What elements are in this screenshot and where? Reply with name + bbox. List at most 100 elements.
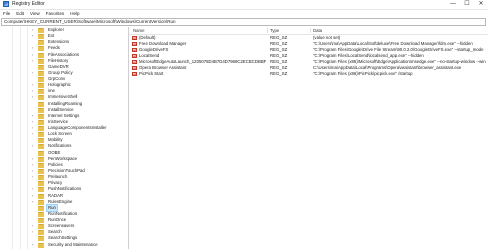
chevron-right-icon[interactable]: › xyxy=(32,162,33,168)
close-button[interactable]: ✕ xyxy=(474,0,488,9)
menu-favorites[interactable]: Favorites xyxy=(43,10,68,18)
title-bar: Registry Editor — ☐ ✕ xyxy=(0,0,488,10)
string-value-icon: ab xyxy=(132,66,137,70)
tree-item[interactable]: GrpConv xyxy=(0,76,127,83)
chevron-right-icon[interactable]: › xyxy=(32,199,33,205)
chevron-right-icon[interactable]: › xyxy=(32,229,33,235)
chevron-right-icon[interactable]: › xyxy=(32,27,33,33)
chevron-right-icon[interactable]: › xyxy=(32,174,33,180)
minimize-button[interactable]: — xyxy=(446,0,460,9)
tree-item[interactable]: › PushNotifications xyxy=(0,186,127,193)
address-bar[interactable]: Computer\HKEY_CURRENT_USER\Software\Micr… xyxy=(1,18,486,26)
chevron-right-icon[interactable]: › xyxy=(32,70,33,76)
tree-item-label: InstallingRoaming xyxy=(48,100,83,106)
column-header-type[interactable]: Type xyxy=(270,27,308,34)
tree-item-label: PushNotifications xyxy=(48,186,82,192)
tree-item[interactable]: Run xyxy=(0,203,127,212)
string-value-icon: ab xyxy=(132,36,137,40)
tree-item[interactable]: › Explorer xyxy=(0,27,127,33)
tree-item-label: IrisService xyxy=(48,118,69,124)
tree-item-label: Notifications xyxy=(48,143,72,149)
menu-help[interactable]: Help xyxy=(67,10,82,18)
tree-item[interactable]: › IrisService xyxy=(0,119,127,125)
chevron-right-icon[interactable]: › xyxy=(32,45,33,51)
tree-item[interactable]: Extensions xyxy=(0,39,127,46)
chevron-right-icon[interactable]: › xyxy=(32,119,33,125)
tree-item-label: SearchSettings xyxy=(48,235,78,241)
tree-item[interactable]: InstallingRoaming xyxy=(0,101,127,107)
tree-item-label: Privacy xyxy=(48,180,63,186)
column-divider[interactable] xyxy=(310,28,311,33)
tree-item[interactable]: InstallService xyxy=(0,107,127,113)
tree-item-label: FileHistory xyxy=(48,57,69,63)
tree-item[interactable]: › Ext xyxy=(0,33,127,40)
tree-item[interactable]: › Search xyxy=(0,229,127,236)
tree-item[interactable]: › ime xyxy=(0,88,127,95)
chevron-right-icon[interactable]: › xyxy=(32,33,33,39)
tree-item-label: Run xyxy=(46,203,58,212)
tree-item[interactable]: SearchSettings xyxy=(0,235,127,242)
tree-item[interactable]: › LanguageComponentsInstaller xyxy=(0,125,127,132)
tree-item-label: ime xyxy=(48,88,55,94)
chevron-right-icon[interactable]: › xyxy=(32,82,33,88)
tree-item[interactable]: › Notifications xyxy=(0,143,127,150)
list-header: Name Type Data xyxy=(129,27,488,35)
tree-item[interactable]: › Feeds xyxy=(0,45,127,52)
chevron-right-icon[interactable]: › xyxy=(32,143,33,149)
value-row[interactable]: ab PicPick Start REG_SZ "C:\Program Files (… xyxy=(129,71,488,77)
tree-item[interactable]: Mobility xyxy=(0,137,127,144)
value-name: PicPick Start xyxy=(139,71,164,76)
chevron-right-icon[interactable]: › xyxy=(32,156,33,162)
chevron-right-icon[interactable]: › xyxy=(32,88,33,94)
chevron-right-icon[interactable]: › xyxy=(32,186,33,192)
tree-item[interactable]: RunNotification xyxy=(0,211,127,217)
tree-item[interactable]: › FileHistory xyxy=(0,58,127,64)
tree-item[interactable]: › Security and Maintenance xyxy=(0,242,127,248)
column-header-name[interactable]: Name xyxy=(133,27,261,34)
folder-icon xyxy=(38,242,44,248)
tree-item[interactable]: › RulesEngine xyxy=(0,199,127,205)
chevron-right-icon[interactable]: › xyxy=(32,242,33,248)
tree-item[interactable]: GameDVR xyxy=(0,64,127,70)
menu-edit[interactable]: Edit xyxy=(13,10,27,18)
tree-item[interactable]: › ImmersiveShell xyxy=(0,94,127,101)
tree-item[interactable]: RunOnce xyxy=(0,217,127,224)
tree-item[interactable]: › PrecisionTouchPad xyxy=(0,168,127,174)
chevron-right-icon[interactable]: › xyxy=(32,52,33,58)
chevron-right-icon[interactable]: › xyxy=(32,58,33,64)
maximize-button[interactable]: ☐ xyxy=(460,0,474,9)
chevron-right-icon[interactable]: › xyxy=(32,113,33,119)
column-header-data[interactable]: Data xyxy=(313,27,488,34)
values-list[interactable]: Name Type Data ab (Default) REG_SZ (value n… xyxy=(129,27,488,249)
menu-view[interactable]: View xyxy=(27,10,43,18)
tree-item-label: RulesEngine xyxy=(48,198,73,204)
column-divider[interactable] xyxy=(267,28,268,33)
tree-item-label: Explorer xyxy=(48,27,65,32)
tree-item[interactable]: › RADAR xyxy=(0,193,127,199)
chevron-right-icon[interactable]: › xyxy=(32,193,33,199)
tree-item[interactable]: › Group Policy xyxy=(0,70,127,76)
tree-item[interactable]: › Screensavers xyxy=(0,223,127,230)
tree-item-label: LanguageComponentsInstaller xyxy=(48,125,107,131)
tree-item[interactable]: OOBE xyxy=(0,150,127,156)
tree-item-label: Screensavers xyxy=(48,223,75,229)
tree-item[interactable]: › Holographic xyxy=(0,82,127,89)
tree-item-label: Group Policy xyxy=(48,69,73,75)
tree-item[interactable]: Privacy xyxy=(0,180,127,187)
chevron-right-icon[interactable]: › xyxy=(32,168,33,174)
chevron-right-icon[interactable]: › xyxy=(32,131,33,137)
tree-item[interactable]: › Policies xyxy=(0,162,127,168)
chevron-right-icon[interactable]: › xyxy=(32,125,33,131)
menu-file[interactable]: File xyxy=(0,10,13,18)
registry-tree[interactable]: › Explorer › Ext Extensions › Feeds › FileAssoci… xyxy=(0,27,129,249)
tree-item-label: PrecisionTouchPad xyxy=(48,167,85,173)
tree-item[interactable]: › FileAssociations xyxy=(0,52,127,58)
tree-item[interactable]: › Lock Screen xyxy=(0,131,127,138)
tree-item[interactable]: › Internet Settings xyxy=(0,113,127,119)
tree-item[interactable]: › PenWorkspace xyxy=(0,156,127,162)
chevron-right-icon[interactable]: › xyxy=(32,94,33,100)
tree-item-label: Lock Screen xyxy=(48,131,72,137)
registry-editor-icon xyxy=(3,1,9,7)
tree-item[interactable]: › Prelaunch xyxy=(0,174,127,181)
chevron-right-icon[interactable]: › xyxy=(32,223,33,229)
